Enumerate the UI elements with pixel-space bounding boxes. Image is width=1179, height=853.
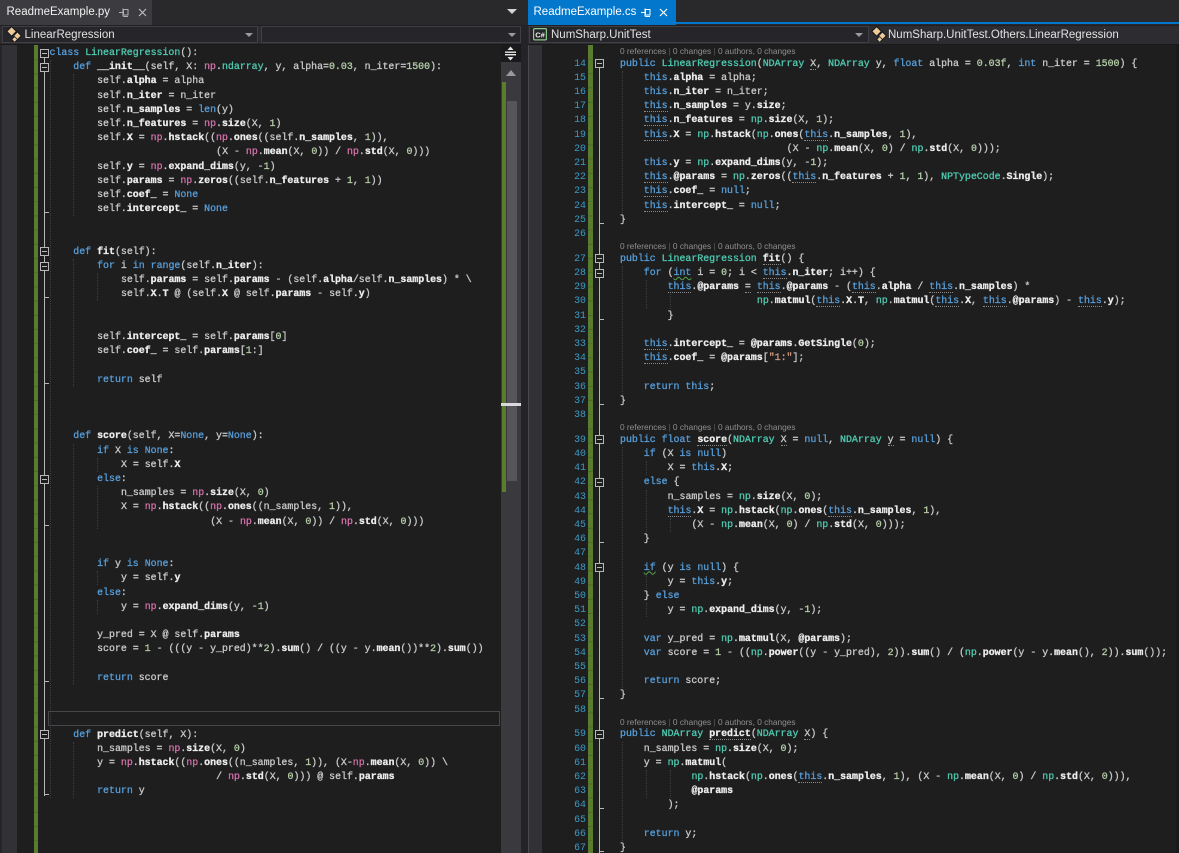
svg-text:C#: C#	[535, 30, 545, 39]
